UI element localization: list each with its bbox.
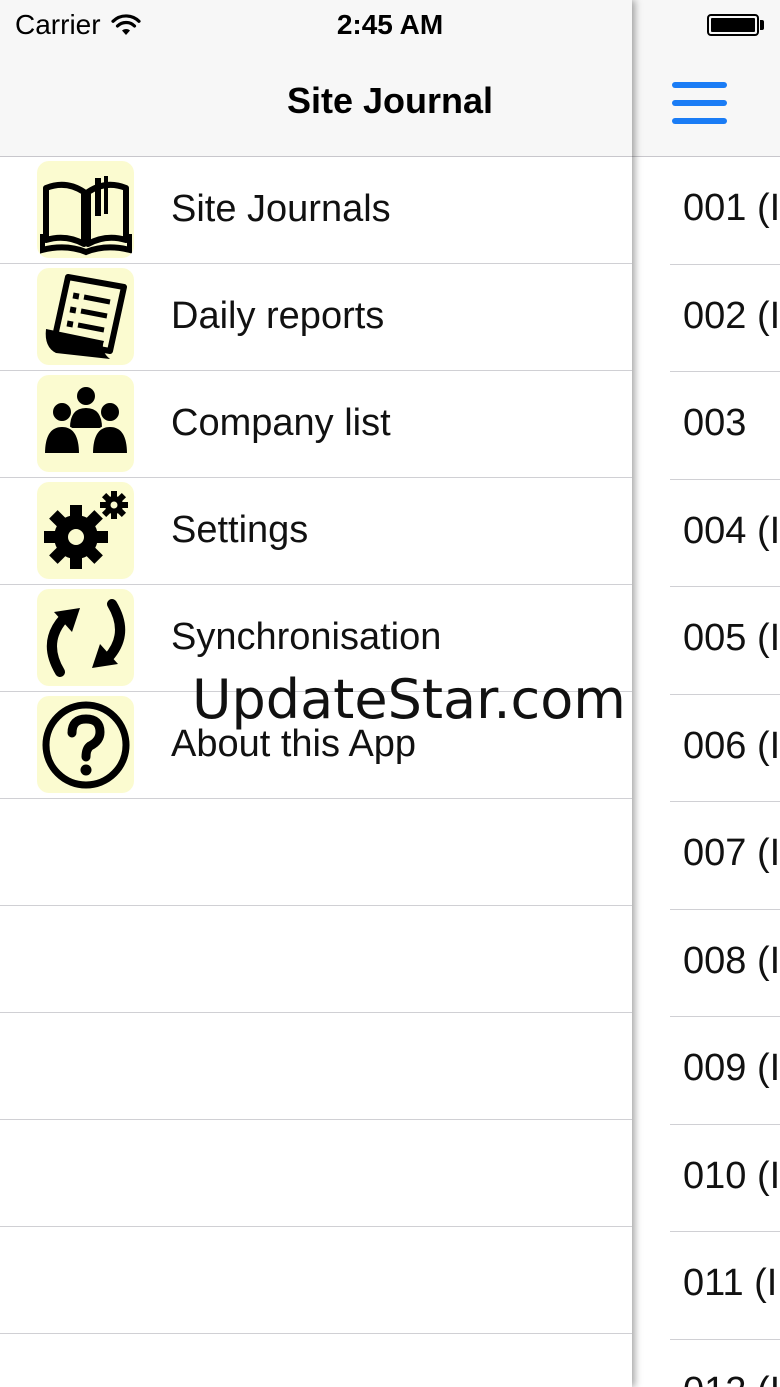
open-book-icon — [37, 161, 134, 258]
menu-item-label: Site Journals — [171, 188, 391, 230]
journal-row[interactable]: 004 (I — [632, 480, 780, 588]
gears-icon — [37, 482, 134, 579]
journal-label: 011 (I — [683, 1262, 778, 1304]
journal-row[interactable]: 009 (I — [632, 1017, 780, 1125]
report-document-icon — [37, 268, 134, 365]
menu-item-label: Synchronisation — [171, 616, 442, 658]
journal-row[interactable]: 008 (I — [632, 910, 780, 1018]
journal-row[interactable]: 003 — [632, 372, 780, 480]
journal-row[interactable]: 011 (I — [632, 1232, 780, 1340]
empty-row — [0, 1120, 632, 1227]
menu-item-site-journals[interactable]: Site Journals — [0, 157, 632, 264]
question-mark-icon — [37, 696, 134, 793]
journal-label: 004 (I — [683, 509, 780, 552]
journal-label: 002 (I — [683, 294, 780, 337]
empty-row — [0, 799, 632, 906]
journal-list: 001 (I 002 (I 003 004 (I 005 (I 006 (I 0… — [632, 157, 780, 1387]
journal-label: 009 (I — [683, 1047, 780, 1089]
journal-label: 007 (I — [683, 832, 780, 874]
journal-label: 005 (I — [683, 617, 780, 659]
journal-label: 008 (I — [683, 939, 780, 982]
journal-row[interactable]: 006 (I — [632, 695, 780, 803]
watermark: UpdateStar.com — [192, 668, 626, 731]
journal-row[interactable]: 012 (I — [632, 1340, 780, 1387]
menu-item-company-list[interactable]: Company list — [0, 371, 632, 478]
screen: 001 (I 002 (I 003 004 (I 005 (I 006 (I 0… — [0, 0, 780, 1387]
journal-row[interactable]: 007 (I — [632, 802, 780, 910]
menu-item-label: Settings — [171, 509, 309, 551]
empty-row — [0, 1334, 632, 1387]
journal-row[interactable]: 010 (I — [632, 1125, 780, 1233]
menu-list: Site Journals Daily reports Company list… — [0, 157, 632, 1387]
journal-label: 003 — [683, 402, 747, 444]
journal-label: 001 (I — [683, 187, 780, 229]
people-group-icon — [37, 375, 134, 472]
status-time: 2:45 AM — [336, 9, 444, 40]
journal-row[interactable]: 002 (I — [632, 265, 780, 373]
journal-label: 010 (I — [683, 1154, 780, 1197]
menu-item-label: Daily reports — [171, 295, 385, 337]
menu-item-label: Company list — [171, 402, 391, 444]
status-bar: Carrier 2:45 AM — [0, 0, 632, 50]
nav-bar: Site Journal — [0, 50, 632, 157]
menu-item-daily-reports[interactable]: Daily reports — [0, 264, 632, 371]
journal-row[interactable]: 001 (I — [632, 157, 780, 265]
journal-list-panel: 001 (I 002 (I 003 004 (I 005 (I 006 (I 0… — [632, 0, 780, 1387]
sync-arrows-icon — [37, 589, 134, 686]
journal-label: 012 (I — [683, 1370, 780, 1387]
journal-row[interactable]: 005 (I — [632, 587, 780, 695]
journal-label: 006 (I — [683, 724, 780, 767]
menu-item-settings[interactable]: Settings — [0, 478, 632, 585]
empty-row — [0, 906, 632, 1013]
empty-row — [0, 1013, 632, 1120]
empty-row — [0, 1227, 632, 1334]
page-title: Site Journal — [286, 80, 494, 121]
